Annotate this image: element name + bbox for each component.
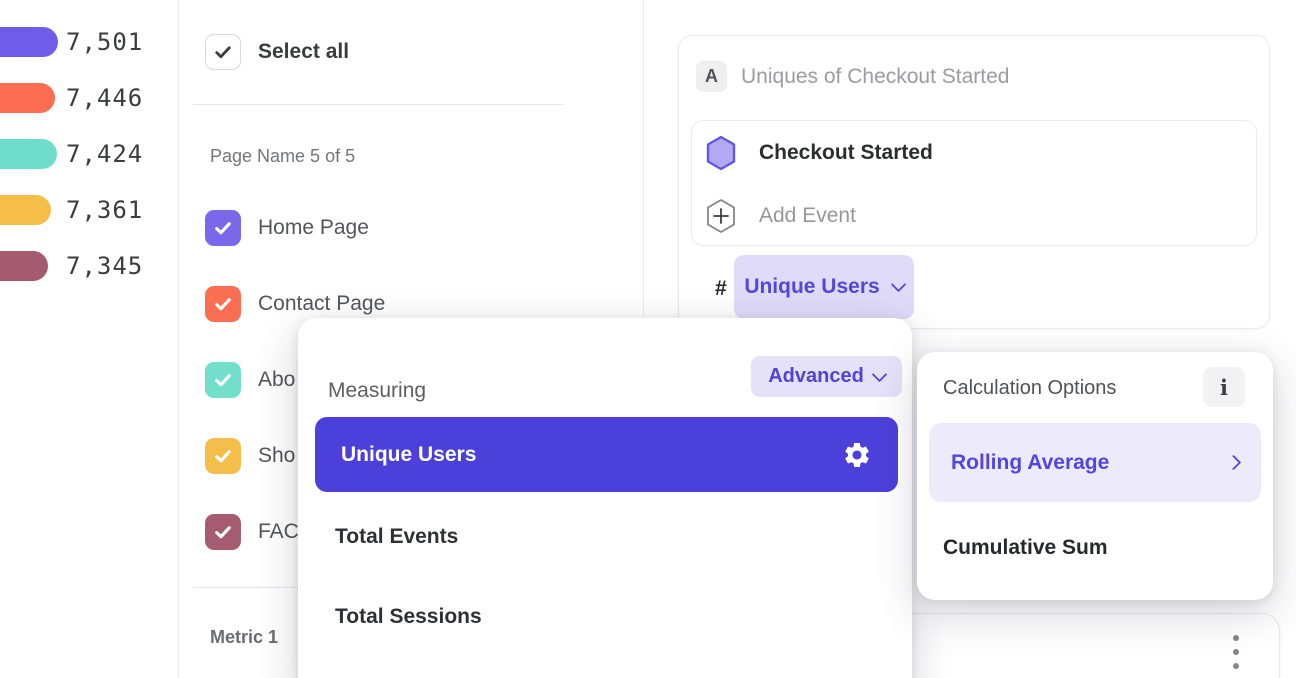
checkbox-contact-page[interactable] [205, 286, 241, 322]
legend-color-bar [0, 139, 57, 169]
series-badge: A [696, 61, 727, 92]
check-icon [213, 42, 233, 62]
metric-label: Metric 1 [210, 627, 278, 648]
checkbox-faq-page[interactable] [205, 514, 241, 550]
list-item-label: Home Page [258, 210, 369, 246]
more-options-icon[interactable] [1233, 635, 1239, 669]
legend-value: 7,345 [66, 251, 143, 281]
chevron-right-icon [1226, 455, 1242, 471]
list-divider [193, 587, 300, 588]
menu-option-cumulative-sum[interactable]: Cumulative Sum [943, 533, 1108, 563]
checkbox-shop-page[interactable] [205, 438, 241, 474]
event-name[interactable]: Checkout Started [759, 135, 933, 171]
select-all-checkbox[interactable] [205, 34, 241, 70]
menu-option-label: Unique Users [341, 443, 476, 467]
check-icon [213, 370, 233, 390]
event-title-input[interactable]: Uniques of Checkout Started [741, 61, 1010, 92]
legend-value: 7,361 [66, 195, 143, 225]
list-item-label: Abo [258, 362, 295, 398]
advanced-label: Advanced [768, 365, 864, 388]
check-icon [213, 522, 233, 542]
chevron-down-icon [890, 277, 906, 293]
check-icon [213, 446, 233, 466]
legend-value: 7,446 [66, 83, 143, 113]
legend-value: 7,424 [66, 139, 143, 169]
analytics-app-screen: 7,501 7,446 7,424 7,361 7,345 Select all [0, 0, 1296, 678]
panel-divider-left [178, 0, 179, 678]
measure-dropdown[interactable]: Unique Users [734, 255, 914, 319]
list-item-label: Contact Page [258, 286, 385, 322]
checkbox-home-page[interactable] [205, 210, 241, 246]
info-icon[interactable]: i [1203, 367, 1245, 407]
select-all-label: Select all [258, 34, 349, 70]
chevron-down-icon [872, 366, 888, 382]
checkbox-about-page[interactable] [205, 362, 241, 398]
event-builder-card: A Uniques of Checkout Started Checkout S… [678, 35, 1270, 329]
add-event-icon [705, 198, 737, 234]
event-hexagon-icon [705, 135, 737, 171]
list-divider [193, 104, 563, 105]
check-icon [213, 218, 233, 238]
legend-color-bar [0, 83, 55, 113]
legend-value: 7,501 [66, 27, 143, 57]
legend-color-bar [0, 251, 48, 281]
group-label: Page Name 5 of 5 [210, 146, 355, 167]
advanced-dropdown[interactable]: Advanced [751, 356, 902, 397]
measure-value: Unique Users [744, 275, 879, 299]
menu-option-unique-users[interactable]: Unique Users [315, 417, 898, 492]
list-item-label: FAC [258, 514, 299, 550]
menu-option-total-sessions[interactable]: Total Sessions [335, 602, 482, 632]
menu-option-label: Rolling Average [951, 451, 1109, 475]
event-list-card: Checkout Started Add Event [691, 120, 1257, 246]
add-event-button[interactable]: Add Event [759, 198, 856, 234]
measuring-title: Measuring [328, 376, 426, 406]
measure-prefix: # [715, 274, 727, 304]
calculation-options-title: Calculation Options [943, 373, 1116, 403]
menu-option-rolling-average[interactable]: Rolling Average [929, 423, 1261, 502]
gear-icon[interactable] [842, 440, 872, 470]
list-item-label: Sho [258, 438, 295, 474]
check-icon [213, 294, 233, 314]
legend-color-bar [0, 195, 51, 225]
menu-option-total-events[interactable]: Total Events [335, 522, 458, 552]
calculation-options-popup: Calculation Options i Rolling Average Cu… [917, 352, 1273, 600]
measuring-popup: Measuring Advanced Unique Users Total Ev… [298, 318, 912, 678]
legend-color-bar [0, 27, 58, 57]
